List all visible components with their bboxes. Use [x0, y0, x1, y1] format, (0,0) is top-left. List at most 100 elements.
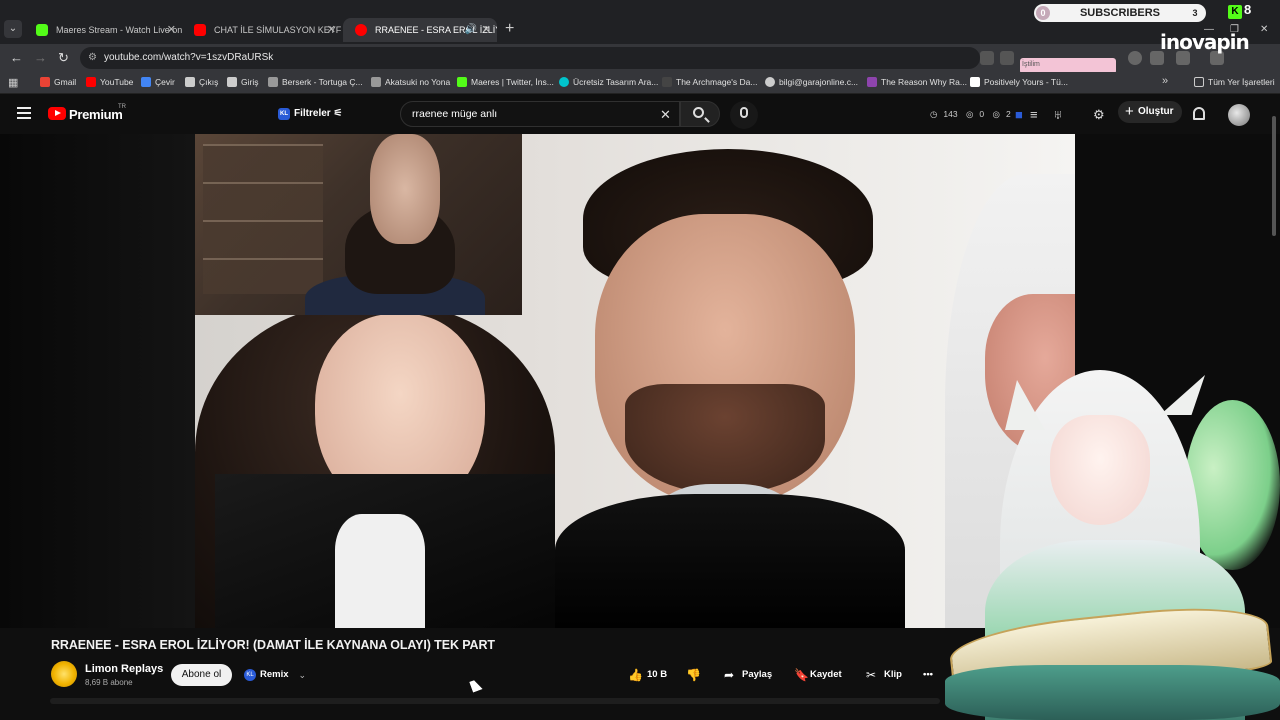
youtube-favicon-icon: [355, 24, 367, 36]
cast-icon[interactable]: [980, 51, 994, 65]
youtube-header: Premium TR KL Filtreler ⚟ rraenee müge a…: [0, 95, 1280, 135]
bookmark-akatsuki[interactable]: Akatsuki no Yona: [371, 76, 450, 88]
bookmark-gmail[interactable]: Gmail: [40, 76, 76, 88]
subscriber-count: 8,69 B abone: [85, 678, 133, 687]
more-actions-button[interactable]: •••: [917, 664, 939, 686]
bookmark-youtube[interactable]: YouTube: [86, 76, 133, 88]
close-tab-icon[interactable]: ✕: [327, 18, 336, 42]
close-tab-icon[interactable]: ✕: [482, 18, 491, 42]
youtube-icon: [86, 77, 96, 87]
more-dots-icon: •••: [923, 669, 933, 680]
gear-extension-icon[interactable]: ⚙: [1093, 107, 1105, 123]
tab-rraenee-active[interactable]: RRAENEE - ESRA EROL İZLİY 🔊 ✕: [343, 18, 497, 42]
clear-search-icon[interactable]: ✕: [660, 107, 671, 123]
bookmark-berserk[interactable]: Berserk - Tortuga Ç...: [268, 76, 363, 88]
tab-chat-simulasyon[interactable]: CHAT İLE SİMULASYON KEYFİ | ✕: [182, 18, 342, 42]
bookmark-maeres-twitter[interactable]: Maeres | Twitter, İns...: [457, 76, 554, 88]
tab-maeres-stream[interactable]: Maeres Stream - Watch Live on ✕: [24, 18, 182, 42]
tab-title: CHAT İLE SİMULASYON KEYFİ |: [214, 25, 342, 35]
new-tab-plus-icon[interactable]: +: [505, 20, 514, 38]
bookmark-archmage[interactable]: The Archmage's Da...: [662, 76, 757, 88]
page-scrollbar[interactable]: [1270, 98, 1278, 720]
bookmark-positively-yours[interactable]: Positively Yours - Tü...: [970, 76, 1068, 88]
bookmark-label: Çevir: [155, 77, 175, 87]
scrollbar-thumb[interactable]: [1272, 116, 1276, 236]
scissors-icon: ✂: [866, 668, 877, 682]
bookmark-label: Ücretsiz Tasarım Ara...: [573, 77, 659, 87]
browser-tabstrip: ⌄ Maeres Stream - Watch Live on ✕ CHAT İ…: [0, 0, 1280, 44]
subscribe-button[interactable]: Abone ol: [171, 664, 232, 686]
close-window-icon[interactable]: ✕: [1260, 24, 1268, 35]
site-info-icon[interactable]: ⚙: [88, 47, 97, 69]
bookmark-reason-why[interactable]: The Reason Why Ra...: [867, 76, 967, 88]
microphone-icon: [740, 107, 748, 118]
subscribers-label: SUBSCRIBERS: [1079, 7, 1161, 19]
search-input[interactable]: rraenee müge anlı: [400, 101, 680, 127]
mouse-cursor-icon: [469, 678, 483, 693]
create-button[interactable]: + Oluştur: [1118, 101, 1182, 123]
youtube-logo-icon[interactable]: [48, 107, 66, 120]
video-person-center-beard: [625, 384, 825, 494]
webcam-shelf: [203, 144, 323, 294]
search-button[interactable]: [680, 101, 720, 127]
vtuber-ear-right: [1160, 375, 1205, 415]
region-code: TR: [118, 104, 126, 110]
clip-button[interactable]: ✂ Klip: [860, 664, 910, 686]
vtuber-ribbon: [945, 665, 1280, 720]
all-bookmarks-folder[interactable]: Tüm Yer İşaretleri: [1194, 76, 1275, 88]
bookmark-label: YouTube: [100, 77, 134, 87]
description-panel-edge: [50, 698, 940, 704]
youtube-premium-brand[interactable]: Premium: [69, 107, 123, 122]
bookmark-label: The Archmage's Da...: [676, 77, 758, 87]
bookmark-garajonline[interactable]: bilgi@garajonline.c...: [765, 76, 858, 88]
bookmark-cikis[interactable]: Çıkış: [185, 76, 218, 88]
kick-icon: [457, 77, 467, 87]
youtube-favicon-icon: [194, 24, 206, 36]
save-button[interactable]: 🔖 Kaydet: [788, 664, 850, 686]
bookmark-label: Tüm Yer İşaretleri: [1208, 77, 1275, 87]
more-bookmarks-chevron-icon[interactable]: »: [1162, 75, 1168, 87]
back-arrow-icon[interactable]: ←: [10, 50, 23, 65]
clock-icon: ◷: [930, 109, 938, 119]
bookmark-giris[interactable]: Giriş: [227, 76, 258, 88]
bookmark-label: Berserk - Tortuga Ç...: [282, 77, 363, 87]
share-label: Paylaş: [742, 669, 773, 680]
remix-button[interactable]: KL Remix ⌄: [240, 664, 310, 686]
filters-button[interactable]: KL Filtreler ⚟: [278, 107, 342, 121]
like-button[interactable]: 👍 10 B: [620, 664, 672, 686]
hamburger-menu-icon[interactable]: [17, 107, 31, 119]
kl-extension-icon[interactable]: ■: [1015, 107, 1023, 122]
voice-search-button[interactable]: [730, 101, 758, 129]
site-icon: [970, 77, 980, 87]
close-tab-icon[interactable]: ✕: [167, 18, 176, 42]
eye-icon: ◎: [965, 109, 974, 119]
eye-off-icon[interactable]: [1000, 51, 1014, 65]
notifications-bell-icon[interactable]: [1193, 107, 1205, 120]
search-icon: [693, 107, 704, 118]
url-text: youtube.com/watch?v=1szvDRaURSk: [104, 52, 274, 63]
trophy-icon[interactable]: ♅: [1053, 107, 1063, 122]
dislike-button[interactable]: 👎: [678, 664, 706, 686]
share-button[interactable]: ➦ Paylaş: [718, 664, 778, 686]
channel-avatar[interactable]: [51, 661, 77, 687]
reload-icon[interactable]: ↻: [58, 50, 69, 66]
globe-icon: [765, 77, 775, 87]
account-avatar[interactable]: [1228, 104, 1250, 126]
save-label: Kaydet: [810, 669, 842, 680]
bookmark-canva[interactable]: Ücretsiz Tasarım Ara...: [559, 76, 658, 88]
tab-search-chevron-icon[interactable]: ⌄: [4, 20, 22, 38]
forward-arrow-icon[interactable]: →: [34, 50, 47, 65]
site-icon: [371, 77, 381, 87]
list-icon[interactable]: ≡: [1030, 107, 1038, 122]
apps-grid-icon[interactable]: ▦: [8, 76, 18, 89]
channel-name[interactable]: Limon Replays: [85, 663, 163, 675]
counter-b: 2: [1005, 109, 1011, 119]
address-bar[interactable]: ⚙ youtube.com/watch?v=1szvDRaURSk: [80, 47, 980, 69]
bookmark-label: The Reason Why Ra...: [881, 77, 967, 87]
page-icon: [227, 77, 237, 87]
bulb-extension-icon[interactable]: [1128, 51, 1142, 65]
share-arrow-icon: ➦: [724, 668, 735, 682]
bookmark-cevir[interactable]: Çevir: [141, 76, 175, 88]
header-counters: ◷ 143 ◎ 0 ◎ 2: [930, 109, 1017, 120]
audio-playing-icon[interactable]: 🔊: [465, 18, 477, 42]
